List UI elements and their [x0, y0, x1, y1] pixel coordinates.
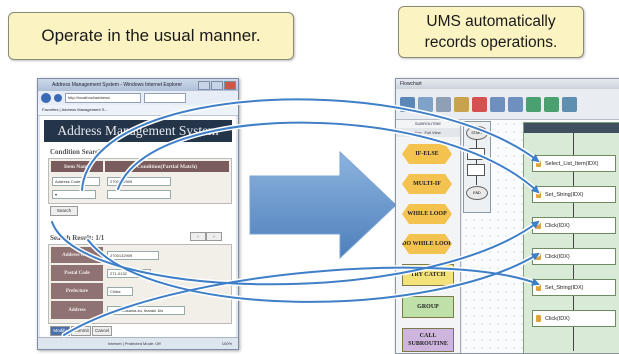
close-button[interactable] — [224, 81, 236, 90]
step-label: Set_String(IDX) — [545, 285, 584, 291]
browser-search-box[interactable] — [144, 93, 186, 103]
flow-step[interactable]: Click(IDX) — [532, 248, 616, 265]
palette-if-else[interactable]: IF-ELSE — [402, 144, 452, 164]
flow-step[interactable]: Set_String(IDX) — [532, 279, 616, 296]
col-item-name: Item Name — [51, 161, 103, 172]
step-icon — [536, 222, 541, 229]
node-palette: SUBROUTINE Tools Action Full View IF-ELS… — [396, 120, 461, 353]
commit-button[interactable]: Commit — [71, 326, 91, 336]
back-icon[interactable] — [41, 93, 51, 103]
field-value[interactable]: 271-0132 — [107, 269, 151, 278]
step-icon — [536, 284, 541, 291]
col-condition: Condition(Partial Match) — [105, 161, 229, 172]
step-label: Select_List_Item(IDX) — [545, 161, 599, 167]
run-icon[interactable] — [562, 96, 577, 112]
open-icon[interactable] — [418, 96, 433, 112]
address-bar[interactable]: http://localhost/address/ — [65, 93, 141, 103]
minimap-line — [476, 139, 477, 185]
arrow-right-icon — [249, 150, 397, 260]
record-icon[interactable] — [454, 96, 469, 112]
ums-toolbar — [396, 89, 619, 120]
palette-title: SUBROUTINE — [414, 121, 442, 126]
zoom-out-icon[interactable] — [544, 96, 559, 112]
save-icon[interactable] — [400, 96, 415, 112]
step-icon — [536, 253, 541, 260]
start-node[interactable]: START — [466, 126, 488, 140]
field-value[interactable]: 2700132909 — [107, 251, 159, 260]
step-icon — [536, 315, 541, 322]
forward-icon[interactable] — [54, 94, 62, 102]
step-icon — [536, 160, 541, 167]
palette-multi-if[interactable]: MULTI-IF — [402, 174, 452, 194]
window-controls — [198, 81, 236, 90]
search-button[interactable]: Search — [50, 206, 78, 216]
end-node[interactable]: END — [466, 186, 488, 200]
tab-tools[interactable]: Tools — [398, 128, 407, 137]
callout-ums-records: UMS automatically records operations. — [398, 6, 584, 58]
result-table: Address Code 2700132909 Postal Code 271-… — [48, 244, 232, 324]
delete-icon[interactable] — [472, 96, 487, 112]
status-text: Internet | Protected Mode: Off — [108, 341, 161, 346]
search-table: Item Name Condition(Partial Match) Addre… — [48, 158, 232, 204]
item-select-value: Address Code — [55, 179, 81, 184]
prev-page-button[interactable]: ‹ — [190, 232, 206, 241]
search-section-title: Condition Search — [50, 148, 103, 156]
flow-step[interactable]: Select_List_Item(IDX) — [532, 155, 616, 172]
undo-icon[interactable] — [490, 96, 505, 112]
redo-icon[interactable] — [508, 96, 523, 112]
zoom-level[interactable]: 100% — [222, 338, 232, 349]
browser-title: Address Management System - Windows Inte… — [52, 82, 183, 88]
result-section-title: Search Result: 1/1 — [50, 234, 105, 242]
flow-step[interactable]: Click(IDX) — [532, 217, 616, 234]
tab-action[interactable]: Action — [410, 128, 421, 137]
step-label: Click(IDX) — [545, 223, 570, 229]
palette-tabs: Tools Action Full View — [396, 128, 460, 137]
palette-call-subroutine[interactable]: CALL SUBROUTINE — [402, 328, 454, 352]
condition-input-2[interactable] — [107, 190, 171, 199]
tab-full-view[interactable]: Full View — [424, 128, 440, 137]
modify-button[interactable]: Modify — [50, 326, 70, 336]
browser-nav-bar: http://localhost/address/ — [38, 91, 238, 105]
field-value[interactable]: Chiba — [107, 287, 133, 296]
page-heading: Address Management System — [44, 120, 232, 142]
step-label: Click(IDX) — [545, 316, 570, 322]
step-label: Set_String(IDX) — [545, 192, 584, 198]
flow-step[interactable]: Click(IDX) — [532, 310, 616, 327]
palette-while-loop[interactable]: WHILE LOOP — [402, 204, 452, 224]
step-icon — [536, 191, 541, 198]
palette-do-while-loop[interactable]: DO WHILE LOOP — [402, 234, 452, 254]
field-label: Postal Code — [51, 265, 103, 281]
item-select[interactable]: Address Code ▾ — [52, 177, 100, 186]
ums-window: Flowchart SUBROUTINE Tools Action Full V… — [395, 78, 619, 354]
browser-title-bar: Address Management System - Windows Inte… — [38, 79, 238, 91]
flow-step[interactable]: Set_String(IDX) — [532, 186, 616, 203]
item-select-2[interactable]: ▾ — [52, 190, 96, 199]
field-label: Prefecture — [51, 283, 103, 299]
condition-input[interactable]: 2700132909 — [107, 177, 171, 186]
step-label: Click(IDX) — [545, 254, 570, 260]
link-icon[interactable] — [436, 96, 451, 112]
callout-operate: Operate in the usual manner. — [8, 12, 294, 60]
minimize-button[interactable] — [198, 81, 210, 90]
browser-status-bar: Internet | Protected Mode: Off 100% — [38, 337, 238, 349]
web-page: Address Management System Condition Sear… — [40, 116, 236, 338]
minimap-step[interactable] — [467, 148, 485, 160]
recorded-flow: Select_List_Item(IDX) Set_String(IDX) Cl… — [523, 122, 619, 353]
browser-window: Address Management System - Windows Inte… — [37, 78, 239, 350]
favorites-bar[interactable]: Favorites | Address Management S... — [38, 105, 238, 116]
field-label: Address Code — [51, 247, 103, 263]
cancel-button[interactable]: Cancel — [92, 326, 112, 336]
field-label: Address — [51, 301, 103, 319]
subroutine-minimap: START END — [463, 121, 491, 213]
maximize-button[interactable] — [211, 81, 223, 90]
palette-group[interactable]: GROUP — [402, 296, 454, 318]
field-value[interactable]: Inzai, Ichikawa-ku, Ibaraki 1lls — [107, 306, 185, 315]
next-page-button[interactable]: › — [206, 232, 222, 241]
zoom-in-icon[interactable] — [526, 96, 541, 112]
ums-title: Flowchart — [396, 79, 619, 89]
minimap-step[interactable] — [467, 164, 485, 176]
flow-header — [524, 123, 619, 133]
palette-try-catch[interactable]: TRY CATCH — [402, 264, 454, 286]
